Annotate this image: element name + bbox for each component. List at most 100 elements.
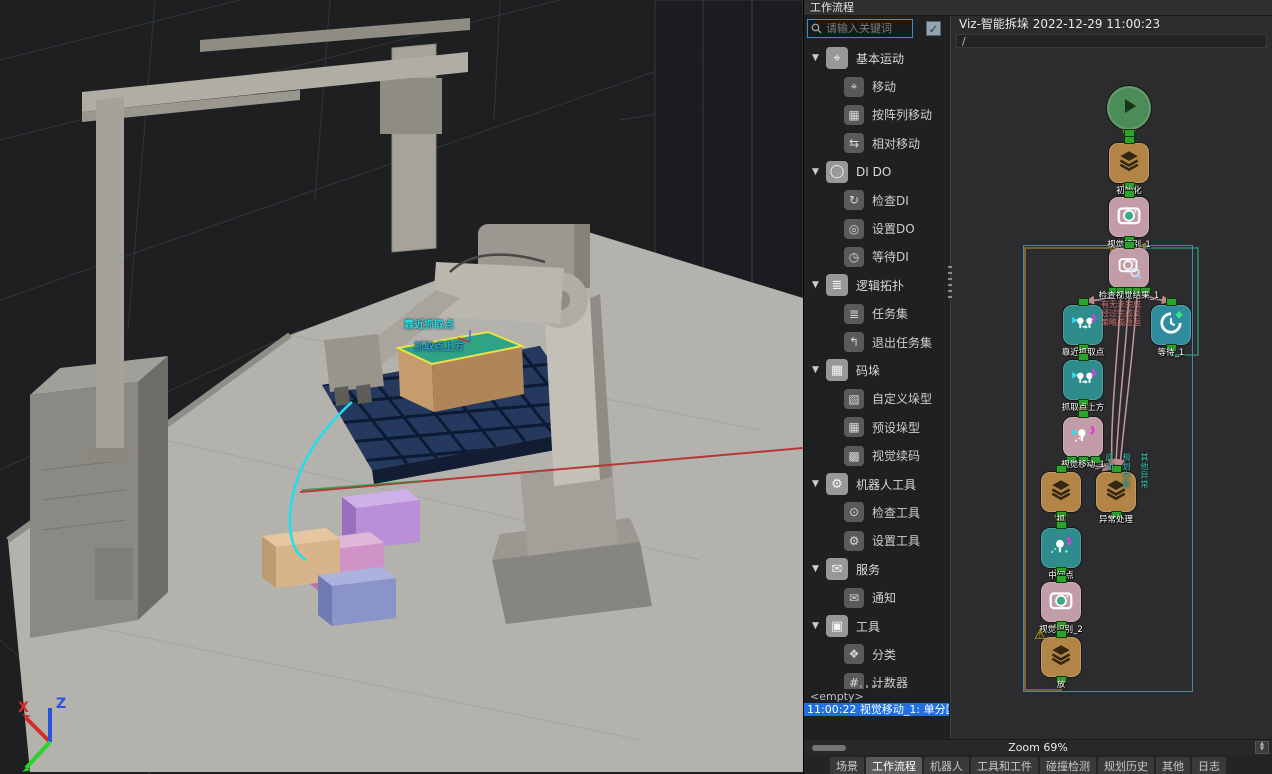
flow-node[interactable]: 中间点 (1041, 528, 1081, 568)
flow-node[interactable]: 视觉识别_1 (1109, 197, 1149, 237)
log-line-selected[interactable]: 11:00:22 视觉移动_1: 单分区方形 (804, 703, 949, 716)
flow-node[interactable]: 初始化 (1109, 143, 1149, 183)
tree-item-label: 检查工具 (872, 504, 920, 521)
layers-icon: ≣ (826, 274, 848, 296)
tree-item[interactable]: ▦预设垛型 (804, 413, 949, 441)
tab-3[interactable]: 工具和工件 (971, 757, 1038, 774)
tree-item[interactable]: ▩视觉续码 (804, 441, 949, 469)
tree-item-label: DI DO (856, 165, 891, 179)
input-port[interactable] (1078, 353, 1089, 361)
zoom-spinner: ▲ ▼ (1255, 741, 1269, 754)
layers-icon (1116, 148, 1142, 178)
node-label: 放 (1021, 678, 1101, 690)
wire-annotation-red: 有无未完成经过完成反策略成稳运 (1101, 300, 1141, 327)
breadcrumb[interactable]: / (956, 34, 1267, 48)
tree-item[interactable]: ❖ 分类 (804, 640, 949, 668)
search-row: ✓ (807, 19, 947, 40)
tree-category[interactable]: ▼◯DI DO (804, 158, 949, 186)
workflow-panel: 工作流程 ✓ ▼⌖基本运动⌖移动▦按阵列移动⇆相对移动▼◯DI DO ↻ 检查DI ◎… (803, 0, 1272, 774)
input-port[interactable] (1078, 410, 1089, 418)
chevron-down-icon[interactable]: ▼ (812, 53, 822, 63)
input-port[interactable] (1166, 298, 1177, 306)
layers-icon (1048, 642, 1074, 672)
empty-label: <empty> (810, 690, 864, 703)
tree-item-label: 任务集 (872, 305, 908, 322)
tree-item[interactable]: ↻ 检查DI (804, 186, 949, 214)
tree-item-label: 检查DI (872, 192, 909, 209)
column-splitter-handle[interactable] (948, 266, 952, 302)
tree-item[interactable]: ≣任务集 (804, 300, 949, 328)
tree-category[interactable]: ▼⚙机器人工具 (804, 470, 949, 498)
wire-label-teal: 成功 (1104, 453, 1115, 471)
tree-category[interactable]: ▼ ▣ 工具 (804, 612, 949, 640)
start-node[interactable] (1107, 86, 1151, 130)
input-port[interactable] (1056, 630, 1067, 638)
tree-item[interactable]: ⇆相对移动 (804, 129, 949, 157)
flow-node[interactable]: 视觉移动_1 (1063, 417, 1103, 457)
tab-0[interactable]: 场景 (830, 757, 864, 774)
tree-item-label: 视觉续码 (872, 447, 920, 464)
flow-node[interactable]: 检查视觉结果_1 (1109, 248, 1149, 288)
tree-item-label: 移动 (872, 78, 896, 95)
tree-item-label: 相对移动 (872, 135, 920, 152)
input-port[interactable] (1056, 465, 1067, 473)
input-port[interactable] (1124, 136, 1135, 144)
tree-item[interactable]: ⌖移动 (804, 72, 949, 100)
tree-item-label: 逻辑拓扑 (856, 277, 904, 294)
chevron-down-icon[interactable]: ▼ (812, 564, 822, 574)
tree-item[interactable]: ▧自定义垛型 (804, 385, 949, 413)
flow-canvas[interactable]: 初始化视觉识别_1检查视觉结果_1靠近抓取点等待_1抓取点上方视觉移动_1抓异常… (951, 50, 1272, 739)
classify-icon: ❖ (844, 644, 864, 664)
axis-x-label: X (18, 700, 29, 716)
tree-category[interactable]: ▼✉服务 (804, 555, 949, 583)
flow-node[interactable]: 放⚠ (1041, 637, 1081, 677)
tree-splitter-handle[interactable] (860, 685, 894, 688)
flow-column: Viz-智能拆垛 2022-12-29 11:00:23 / (951, 16, 1272, 739)
flow-node[interactable]: 视觉识别_2 (1041, 582, 1081, 622)
log-area: <empty> 11:00:22 视觉移动_1: 单分区方形 (804, 684, 949, 739)
tree-item[interactable]: ◎设置DO (804, 214, 949, 242)
zoom-down-button[interactable]: ▼ (1256, 747, 1268, 752)
app-window: X Z 靠近抓取点 抓取点上方 工作流程 ✓ ▼⌖基本运动⌖移动▦按阵列移动⇆相… (0, 0, 1272, 774)
input-port[interactable] (1124, 190, 1135, 198)
tree-item-label: 分类 (872, 646, 896, 663)
tab-2[interactable]: 机器人 (924, 757, 969, 774)
chevron-down-icon[interactable]: ▼ (812, 167, 822, 177)
input-port[interactable] (1078, 298, 1089, 306)
camera-icon (1048, 587, 1074, 617)
chevron-down-icon[interactable]: ▼ (812, 621, 822, 631)
flow-node[interactable]: 等待_1 (1151, 305, 1191, 345)
tree-item[interactable]: ⚙设置工具 (804, 527, 949, 555)
tree-category[interactable]: ▼⌖基本运动 (804, 44, 949, 72)
tab-4[interactable]: 碰撞检测 (1040, 757, 1096, 774)
flow-node[interactable]: 抓 (1041, 472, 1081, 512)
chevron-down-icon[interactable]: ▼ (812, 479, 822, 489)
tree-item[interactable]: ◷等待DI (804, 243, 949, 271)
tree-item[interactable]: ⊙检查工具 (804, 498, 949, 526)
tree-item[interactable]: ✉通知 (804, 583, 949, 611)
input-port[interactable] (1124, 241, 1135, 249)
di-check-icon: ↻ (844, 190, 864, 210)
toolbox-icon: ▣ (826, 615, 848, 637)
flow-node[interactable]: 抓取点上方 (1063, 360, 1103, 400)
tab-6[interactable]: 其他 (1156, 757, 1190, 774)
step-tree: ▼⌖基本运动⌖移动▦按阵列移动⇆相对移动▼◯DI DO ↻ 检查DI ◎设置DO◷等待… (804, 44, 949, 689)
3d-viewport[interactable]: X Z 靠近抓取点 抓取点上方 (0, 0, 803, 774)
chevron-down-icon[interactable]: ▼ (812, 365, 822, 375)
flow-node[interactable]: 靠近抓取点 (1063, 305, 1103, 345)
input-port[interactable] (1056, 521, 1067, 529)
chevron-down-icon[interactable]: ▼ (812, 280, 822, 290)
search-input[interactable] (824, 21, 908, 36)
tree-item[interactable]: ↰退出任务集 (804, 328, 949, 356)
tab-workflow[interactable]: 工作流程 (866, 757, 922, 774)
search-box[interactable] (807, 19, 913, 38)
tree-category[interactable]: ▼ ≣ 逻辑拓扑 (804, 271, 949, 299)
wait-icon (1158, 310, 1184, 340)
input-port[interactable] (1056, 575, 1067, 583)
tree-item-label: 工具 (856, 618, 880, 635)
search-filter-checkbox[interactable]: ✓ (926, 21, 941, 36)
tree-category[interactable]: ▼▦码垛 (804, 356, 949, 384)
tree-item[interactable]: ▦按阵列移动 (804, 101, 949, 129)
tab-5[interactable]: 规划历史 (1098, 757, 1154, 774)
tab-7[interactable]: 日志 (1192, 757, 1226, 774)
